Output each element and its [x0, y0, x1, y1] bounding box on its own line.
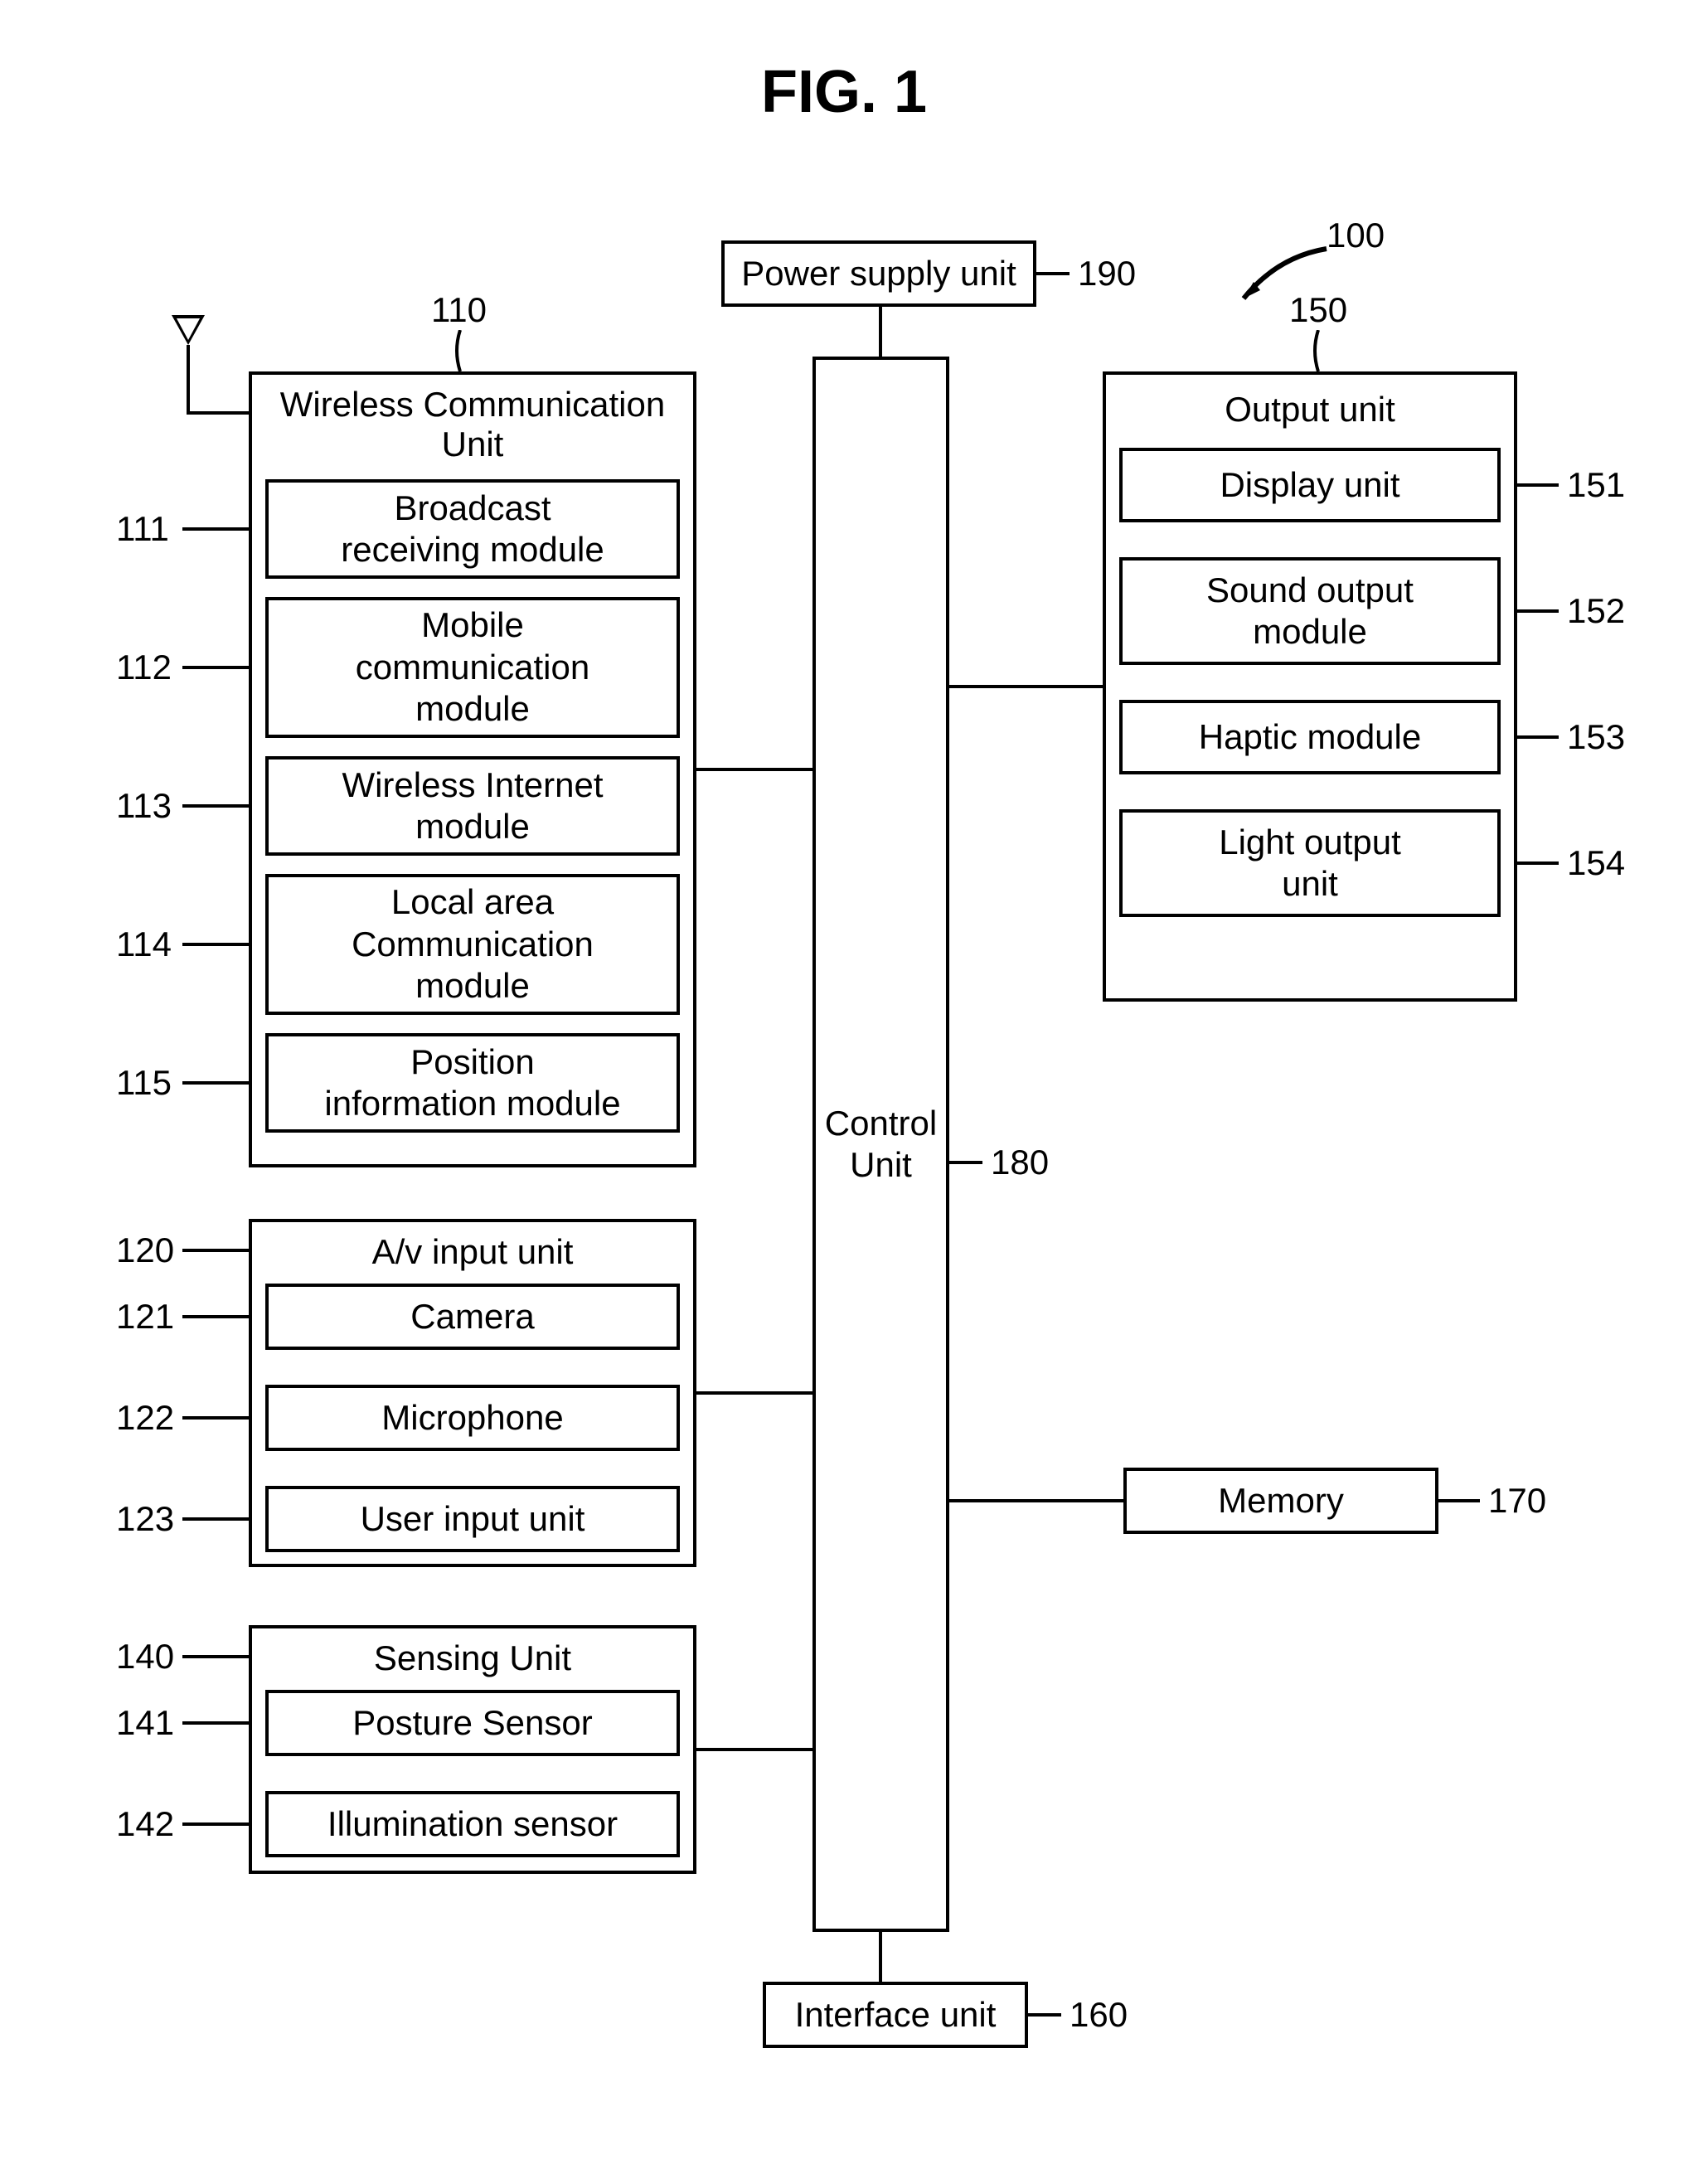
leader-line: [1438, 1499, 1480, 1502]
broadcast-label: Broadcast receiving module: [341, 488, 604, 571]
ref-113: 113: [116, 786, 172, 826]
interface-unit: Interface unit: [763, 1982, 1028, 2048]
connector-line: [879, 307, 882, 357]
leader-line: [182, 1517, 249, 1521]
haptic-label: Haptic module: [1199, 716, 1421, 758]
leader-line: [182, 1081, 249, 1085]
illumination-label: Illumination sensor: [327, 1803, 618, 1845]
mobile-comm-module: Mobile communication module: [265, 597, 680, 738]
ref-111: 111: [116, 509, 169, 549]
posture-label: Posture Sensor: [352, 1702, 593, 1744]
memory-label: Memory: [1218, 1480, 1344, 1522]
ref-120: 120: [116, 1230, 174, 1270]
leader-line: [182, 1655, 249, 1658]
illumination-sensor: Illumination sensor: [265, 1791, 680, 1857]
leader-line: [182, 1315, 249, 1318]
haptic-module: Haptic module: [1119, 700, 1501, 774]
ref-154: 154: [1567, 843, 1625, 883]
ref-151: 151: [1567, 465, 1625, 505]
display-unit: Display unit: [1119, 448, 1501, 522]
diagram-canvas: FIG. 1 100 Power supply unit 190 Control…: [0, 0, 1688, 2184]
local-area-label: Local area Communication module: [352, 881, 594, 1007]
antenna-icon-inner: [177, 318, 200, 340]
posture-sensor: Posture Sensor: [265, 1690, 680, 1756]
connector-line: [696, 1748, 812, 1751]
ref-152: 152: [1567, 591, 1625, 631]
display-label: Display unit: [1220, 464, 1399, 506]
camera-label: Camera: [410, 1296, 534, 1337]
light-output-unit: Light output unit: [1119, 809, 1501, 917]
control-label: Control Unit: [825, 1103, 937, 1187]
ref-190: 190: [1078, 254, 1136, 294]
connector-line: [879, 1932, 882, 1982]
light-output-label: Light output unit: [1219, 822, 1401, 905]
interface-label: Interface unit: [795, 1994, 997, 2036]
sensing-title: Sensing Unit: [252, 1638, 693, 1678]
ref-180: 180: [991, 1143, 1049, 1182]
leader-line: [182, 943, 249, 946]
leader-line: [182, 666, 249, 669]
ref-141: 141: [116, 1703, 174, 1743]
ref-121: 121: [116, 1297, 174, 1337]
output-title: Output unit: [1106, 390, 1514, 430]
connector-line: [949, 685, 1103, 688]
leader-curve: [452, 330, 468, 371]
wireless-internet-module: Wireless Internet module: [265, 756, 680, 856]
wireless-title: Wireless Communication Unit: [252, 385, 693, 465]
ref-115: 115: [116, 1063, 172, 1103]
leader-curve: [1310, 330, 1327, 371]
ref-142: 142: [116, 1804, 174, 1844]
control-unit: Control Unit: [812, 357, 949, 1932]
ref-170: 170: [1488, 1481, 1546, 1521]
mobile-comm-label: Mobile communication module: [356, 604, 589, 730]
figure-title: FIG. 1: [0, 58, 1688, 126]
ref-110: 110: [431, 290, 487, 330]
memory: Memory: [1123, 1468, 1438, 1534]
leader-line: [1517, 609, 1559, 613]
av-title: A/v input unit: [252, 1232, 693, 1272]
ref-123: 123: [116, 1499, 174, 1539]
leader-line: [182, 1721, 249, 1725]
sound-output-label: Sound output module: [1206, 570, 1414, 653]
power-supply-unit: Power supply unit: [721, 240, 1036, 307]
leader-line: [1028, 2013, 1061, 2017]
ref-150: 150: [1289, 290, 1347, 330]
position-info-module: Position information module: [265, 1033, 680, 1133]
ref-140: 140: [116, 1637, 174, 1677]
leader-line: [182, 1416, 249, 1420]
connector-line: [696, 1391, 812, 1395]
ref-153: 153: [1567, 717, 1625, 757]
leader-line: [182, 1822, 249, 1826]
leader-line: [182, 527, 249, 531]
antenna-connector: [187, 411, 249, 415]
antenna-pole: [187, 345, 190, 411]
position-info-label: Position information module: [324, 1041, 620, 1125]
broadcast-module: Broadcast receiving module: [265, 479, 680, 579]
microphone-label: Microphone: [381, 1397, 563, 1439]
user-input-unit: User input unit: [265, 1486, 680, 1552]
connector-line: [949, 1499, 1123, 1502]
local-area-module: Local area Communication module: [265, 874, 680, 1015]
microphone: Microphone: [265, 1385, 680, 1451]
ref-114: 114: [116, 925, 172, 964]
leader-line: [1517, 483, 1559, 487]
ref-112: 112: [116, 648, 172, 687]
user-input-label: User input unit: [361, 1498, 585, 1540]
ref-100: 100: [1327, 216, 1385, 255]
leader-line: [1517, 735, 1559, 739]
leader-line: [1517, 861, 1559, 865]
camera: Camera: [265, 1284, 680, 1350]
power-label: Power supply unit: [741, 253, 1016, 294]
leader-line: [1036, 272, 1070, 275]
ref-160: 160: [1070, 1995, 1128, 2035]
wireless-internet-label: Wireless Internet module: [342, 764, 603, 848]
leader-line: [182, 1249, 249, 1252]
connector-line: [696, 768, 812, 771]
ref-122: 122: [116, 1398, 174, 1438]
sound-output-module: Sound output module: [1119, 557, 1501, 665]
leader-line: [949, 1161, 982, 1164]
leader-line: [182, 804, 249, 808]
